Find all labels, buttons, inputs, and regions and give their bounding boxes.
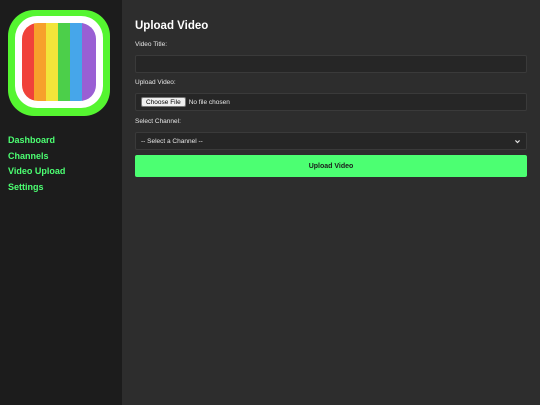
upload-video-button[interactable]: Upload Video bbox=[135, 155, 527, 177]
sidebar-item-dashboard: Dashboard bbox=[8, 131, 65, 147]
sidebar-nav: Dashboard Channels Video Upload Settings bbox=[8, 131, 65, 193]
file-input: Choose File No file chosen bbox=[135, 93, 527, 111]
tv-color-bars-icon bbox=[8, 10, 110, 116]
sidebar-item-channels: Channels bbox=[8, 147, 65, 163]
choose-file-button[interactable]: Choose File bbox=[141, 97, 186, 107]
nav-link-video-upload[interactable]: Video Upload bbox=[8, 166, 65, 176]
sidebar-item-video-upload: Video Upload bbox=[8, 162, 65, 178]
page-title: Upload Video bbox=[135, 20, 209, 32]
chevron-down-icon bbox=[515, 139, 520, 143]
sidebar-item-settings: Settings bbox=[8, 178, 65, 194]
app: Dashboard Channels Video Upload Settings… bbox=[0, 0, 540, 405]
channel-select-value: -- Select a Channel -- bbox=[141, 137, 203, 145]
nav-link-dashboard[interactable]: Dashboard bbox=[8, 135, 55, 145]
sidebar: Dashboard Channels Video Upload Settings bbox=[0, 0, 122, 405]
upload-video-label: Upload Video: bbox=[135, 79, 176, 86]
video-title-label: Video Title: bbox=[135, 41, 168, 48]
main-content: Upload Video Video Title: Upload Video: … bbox=[122, 0, 540, 405]
file-status-text: No file chosen bbox=[188, 98, 230, 106]
video-title-input[interactable] bbox=[135, 55, 527, 73]
nav-link-channels[interactable]: Channels bbox=[8, 151, 49, 161]
select-channel-label: Select Channel: bbox=[135, 118, 181, 125]
nav-link-settings[interactable]: Settings bbox=[8, 182, 44, 192]
channel-select[interactable]: -- Select a Channel -- bbox=[135, 132, 527, 150]
